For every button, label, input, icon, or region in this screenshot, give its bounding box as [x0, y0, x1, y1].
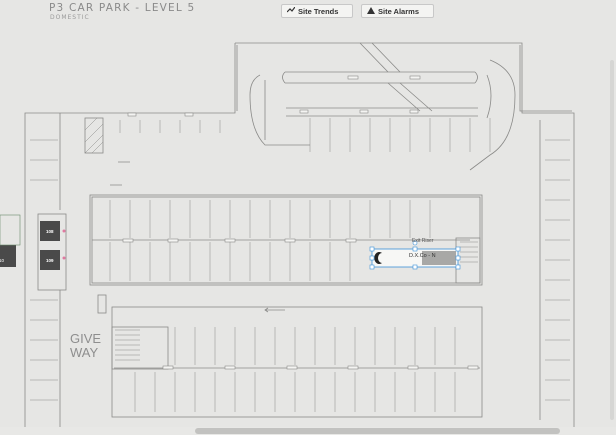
site-alarms-button[interactable]: Site Alarms: [361, 4, 434, 18]
page-subtitle: DOMESTIC: [50, 14, 90, 21]
page-title: P3 CAR PARK - LEVEL 5: [49, 2, 196, 14]
lift-label-2: 109: [46, 258, 54, 263]
site-trends-button[interactable]: Site Trends: [281, 4, 353, 18]
exit-riser-label: Exit Riser: [412, 238, 434, 244]
give-way-line1: GIVE: [70, 331, 102, 346]
site-trends-label: Site Trends: [298, 6, 339, 16]
warning-triangle-icon: [367, 6, 375, 16]
give-way-line2: WAY: [70, 345, 99, 360]
give-way-marking: GIVE WAY: [70, 332, 101, 360]
lift-label-1: 108: [46, 229, 54, 234]
trend-line-icon: [286, 6, 296, 15]
site-alarms-label: Site Alarms: [378, 6, 419, 16]
floorplan-drawing[interactable]: [0, 0, 616, 435]
sensor-label: D.X.Co - N: [409, 253, 436, 259]
horizontal-scroll-thumb[interactable]: [195, 428, 560, 434]
floorplan-viewer: P3 CAR PARK - LEVEL 5 DOMESTIC Site Tren…: [0, 0, 616, 435]
edge-lift-label: 10: [0, 258, 5, 263]
vertical-scroll-thumb[interactable]: [610, 60, 614, 420]
